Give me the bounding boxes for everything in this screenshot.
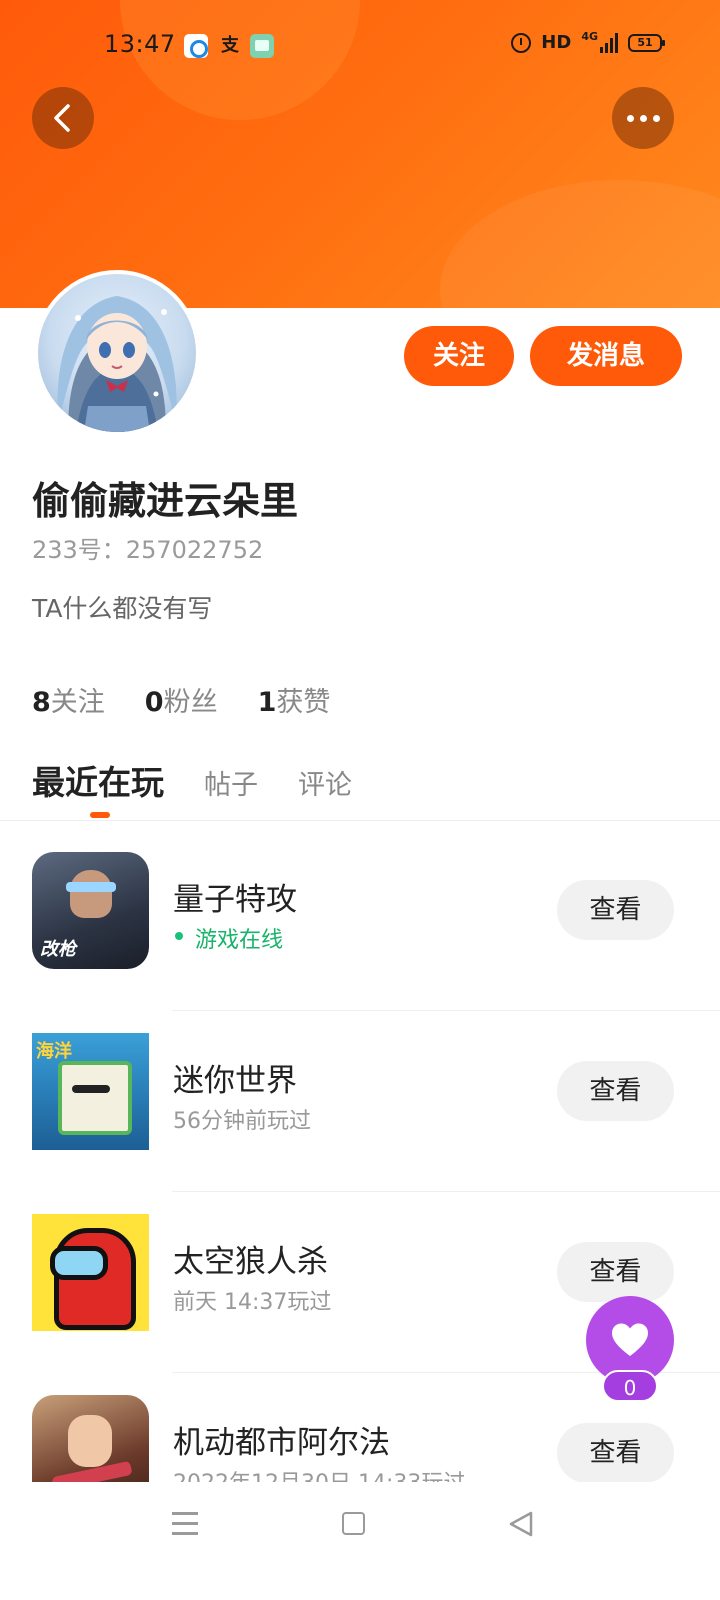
battery-icon: 51 xyxy=(628,33,665,52)
tab-recently-played[interactable]: 最近在玩 xyxy=(32,756,164,804)
more-dots-icon xyxy=(626,114,660,122)
view-button[interactable]: 查看 xyxy=(557,1423,674,1482)
game-name: 机动都市阿尔法 xyxy=(173,1425,390,1461)
following-count: 8 xyxy=(32,687,51,718)
stat-following[interactable]: 8关注 xyxy=(32,680,105,719)
avatar[interactable] xyxy=(34,270,200,436)
network-label: HD xyxy=(541,32,572,53)
list-item[interactable]: 海洋 迷你世界 56分钟前玩过 查看 xyxy=(0,1011,720,1192)
alipay-icon: 支 xyxy=(221,35,239,56)
game-name: 太空狼人杀 xyxy=(173,1244,328,1280)
view-button[interactable]: 查看 xyxy=(557,1242,674,1302)
active-tab-indicator xyxy=(90,812,110,818)
game-name: 迷你世界 xyxy=(173,1063,297,1099)
avatar-illustration xyxy=(57,296,177,432)
game-icon-quantum-strike[interactable]: 改枪 xyxy=(32,852,149,969)
heart-icon xyxy=(612,1323,648,1356)
back-triangle-icon[interactable] xyxy=(508,1510,534,1538)
game-icon-space-werewolf[interactable] xyxy=(32,1214,149,1331)
game-status-online: 游戏在线 xyxy=(173,922,283,954)
tab-posts[interactable]: 帖子 xyxy=(204,763,258,802)
game-last-played: 前天 14:37玩过 xyxy=(173,1290,332,1315)
more-button[interactable] xyxy=(612,87,674,149)
profile-tabs: 最近在玩 帖子 评论 xyxy=(32,756,352,804)
send-message-button[interactable]: 发消息 xyxy=(530,326,682,386)
user-bio: TA什么都没有写 xyxy=(32,594,213,623)
follow-button[interactable]: 关注 xyxy=(404,326,514,386)
username: 偷偷藏进云朵里 xyxy=(32,479,299,523)
followers-label: 粉丝 xyxy=(163,687,218,718)
status-time: 13:47 xyxy=(104,30,176,58)
system-nav-bar xyxy=(0,1482,720,1600)
signal-type: 4G xyxy=(581,30,598,43)
likes-label: 获赞 xyxy=(276,687,331,718)
following-label: 关注 xyxy=(50,687,105,718)
game-icon-mecha-city[interactable] xyxy=(32,1395,149,1482)
tab-comments[interactable]: 评论 xyxy=(298,763,352,802)
stat-followers[interactable]: 0粉丝 xyxy=(145,680,218,719)
list-item[interactable]: 改枪 量子特攻 游戏在线 查看 xyxy=(0,830,720,1011)
followers-count: 0 xyxy=(144,687,164,718)
game-icon-mini-world[interactable]: 海洋 xyxy=(32,1033,149,1150)
profile-stats: 8关注 0粉丝 1获赞 xyxy=(32,680,330,719)
game-name: 量子特攻 xyxy=(173,882,297,918)
status-bar: 13:47 支 HD 4G 51 xyxy=(0,26,720,66)
reader-icon xyxy=(250,34,274,58)
chevron-left-icon xyxy=(54,104,70,132)
signal-icon xyxy=(600,32,618,53)
tabs-divider xyxy=(0,820,720,821)
stat-likes: 1获赞 xyxy=(258,680,331,719)
icon-tag: 改枪 xyxy=(40,939,76,960)
home-square-icon[interactable] xyxy=(342,1512,365,1535)
icon-tag: 海洋 xyxy=(36,1041,72,1062)
user-id: 233号：257022752 xyxy=(32,536,264,564)
menu-icon[interactable] xyxy=(172,1512,198,1536)
like-count-badge: 0 xyxy=(602,1370,658,1402)
back-button[interactable] xyxy=(32,87,94,149)
view-button[interactable]: 查看 xyxy=(557,880,674,940)
alarm-icon xyxy=(511,32,532,53)
likes-count: 1 xyxy=(257,687,277,718)
game-last-played: 56分钟前玩过 xyxy=(173,1109,311,1134)
browser-icon xyxy=(184,34,208,58)
status-indicators: HD 4G 51 xyxy=(511,30,665,53)
game-last-played: 2022年12月30日 14:33玩过 xyxy=(173,1465,465,1482)
view-button[interactable]: 查看 xyxy=(557,1061,674,1121)
